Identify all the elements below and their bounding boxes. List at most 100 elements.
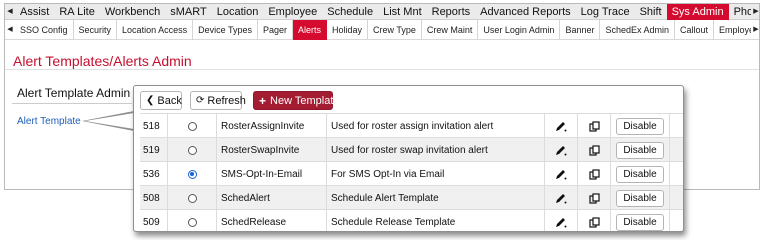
copy-icon (588, 168, 600, 180)
row-select-radio[interactable] (168, 114, 216, 138)
main-menu-item[interactable]: Reports (427, 4, 476, 20)
action-cell: Disable (610, 186, 670, 210)
scroll-left-icon[interactable]: ◀ (5, 4, 15, 20)
main-menu-item[interactable]: RA Lite (54, 4, 99, 20)
alert-template-link[interactable]: Alert Template (17, 116, 81, 127)
callout-pointer-icon (82, 111, 134, 131)
edit-button[interactable] (544, 186, 577, 210)
edit-button[interactable] (544, 138, 577, 162)
radio-icon (187, 169, 197, 179)
copy-icon (588, 192, 600, 204)
copy-button[interactable] (577, 138, 610, 162)
template-name: SchedAlert (216, 186, 334, 210)
main-menu-item[interactable]: Log Trace (576, 4, 635, 20)
edit-button[interactable] (544, 114, 577, 138)
main-menu-item[interactable]: Workbench (100, 4, 165, 20)
disable-button[interactable]: Disable (616, 189, 664, 207)
main-menu-item[interactable]: Employee (263, 4, 322, 20)
row-select-radio[interactable] (168, 162, 216, 186)
template-id: 519 (140, 138, 168, 162)
table-row[interactable]: 536 SMS-Opt-In-Email For SMS Opt-In via Em… (140, 161, 683, 186)
main-menu-bar: ◀ Assist RA Lite Workbench sMART Location Emp… (5, 4, 759, 20)
panel-toolbar: ❮ Back ⟳ Refresh + New Template (134, 86, 683, 113)
main-menu-item[interactable]: Sys Admin (666, 4, 729, 20)
template-id: 536 (140, 162, 168, 186)
refresh-label: Refresh (207, 94, 246, 107)
copy-button[interactable] (577, 210, 610, 231)
table-row[interactable]: 519 RosterSwapInvite Used for roster swap … (140, 137, 683, 162)
sub-menu-item[interactable]: Device Types (193, 19, 258, 40)
table-row[interactable]: 509 SchedRelease Schedule Release Template… (140, 209, 683, 231)
sub-menu-item[interactable]: Callout (675, 19, 715, 40)
main-menu-item[interactable]: List Mnt (378, 4, 427, 20)
sub-menu-item[interactable]: Holiday (327, 19, 369, 40)
template-description: Schedule Alert Template (326, 186, 544, 210)
copy-button[interactable] (577, 162, 610, 186)
template-description: Used for roster swap invitation alert (326, 138, 544, 162)
disable-button[interactable]: Disable (616, 213, 664, 231)
main-menu-item[interactable]: Assist (15, 4, 54, 20)
sub-menu-item[interactable]: Location Access (117, 19, 194, 40)
back-label: Back (157, 94, 182, 107)
back-button[interactable]: ❮ Back (140, 91, 182, 110)
sub-menu-item[interactable]: Crew Type (368, 19, 422, 40)
edit-button[interactable] (544, 162, 577, 186)
plus-icon: + (259, 93, 267, 108)
sub-menu-item[interactable]: Alerts (292, 19, 327, 40)
main-menu-items: Assist RA Lite Workbench sMART Location Emplo… (15, 4, 751, 20)
edit-button[interactable] (544, 210, 577, 231)
sub-scroll-left-icon[interactable]: ◀ (5, 22, 15, 38)
table-row[interactable]: 518 RosterAssignInvite Used for roster ass… (140, 113, 683, 138)
main-menu-item[interactable]: Phone Book (729, 4, 751, 20)
template-table: 518 RosterAssignInvite Used for roster ass… (140, 113, 683, 231)
radio-icon (187, 193, 197, 203)
row-select-radio[interactable] (168, 186, 216, 210)
pencil-icon (556, 217, 567, 227)
copy-button[interactable] (577, 186, 610, 210)
main-menu-item[interactable]: Shift (635, 4, 667, 20)
radio-icon (187, 217, 197, 227)
sub-menu-item[interactable]: Crew Maint (422, 19, 479, 40)
disable-button[interactable]: Disable (616, 165, 664, 183)
template-description: For SMS Opt-In via Email (326, 162, 544, 186)
pencil-icon (556, 145, 567, 155)
sub-menu-bar: ◀ SSO Config Security Location Access Devic… (5, 19, 759, 40)
main-menu-item[interactable]: Schedule (322, 4, 378, 20)
page-title: Alert Templates/Alerts Admin (13, 53, 192, 69)
refresh-button[interactable]: ⟳ Refresh (190, 91, 246, 110)
copy-icon (588, 120, 600, 132)
action-cell: Disable (610, 210, 670, 231)
template-name: RosterAssignInvite (216, 114, 334, 138)
template-panel: ❮ Back ⟳ Refresh + New Template 518 Roste… (133, 85, 684, 232)
sub-menu-item[interactable]: Pager (258, 19, 293, 40)
radio-icon (187, 145, 197, 155)
sub-menu-item[interactable]: User Login Admin (478, 19, 561, 40)
table-row[interactable]: 508 SchedAlert Schedule Alert Template Disa… (140, 185, 683, 210)
new-template-button[interactable]: + New Template (253, 91, 340, 110)
template-description: Schedule Release Template (326, 210, 544, 231)
row-select-radio[interactable] (168, 138, 216, 162)
sub-scroll-right-icon[interactable]: ▶ (751, 22, 759, 38)
main-menu-item[interactable]: Location (212, 4, 264, 20)
sub-menu-item[interactable]: SSO Config (15, 19, 74, 40)
sub-menu-item[interactable]: Employee (714, 20, 751, 40)
sub-menu-item[interactable]: SchedEx Admin (600, 19, 676, 40)
pencil-icon (556, 169, 567, 179)
template-id: 518 (140, 114, 168, 138)
copy-icon (588, 144, 600, 156)
template-id: 508 (140, 186, 168, 210)
main-menu-item[interactable]: sMART (165, 4, 211, 20)
sub-menu-item[interactable]: Security (74, 19, 118, 40)
page-header: Alert Templates/Alerts Admin (5, 40, 759, 70)
scroll-right-icon[interactable]: ▶ (751, 4, 759, 20)
template-name: SchedRelease (216, 210, 334, 231)
refresh-icon: ⟳ (196, 95, 205, 106)
new-template-label: New Template (270, 94, 340, 107)
pencil-icon (556, 193, 567, 203)
disable-button[interactable]: Disable (616, 117, 664, 135)
row-select-radio[interactable] (168, 210, 216, 231)
copy-button[interactable] (577, 114, 610, 138)
disable-button[interactable]: Disable (616, 141, 664, 159)
sub-menu-item[interactable]: Banner (560, 19, 601, 40)
main-menu-item[interactable]: Advanced Reports (475, 4, 576, 20)
